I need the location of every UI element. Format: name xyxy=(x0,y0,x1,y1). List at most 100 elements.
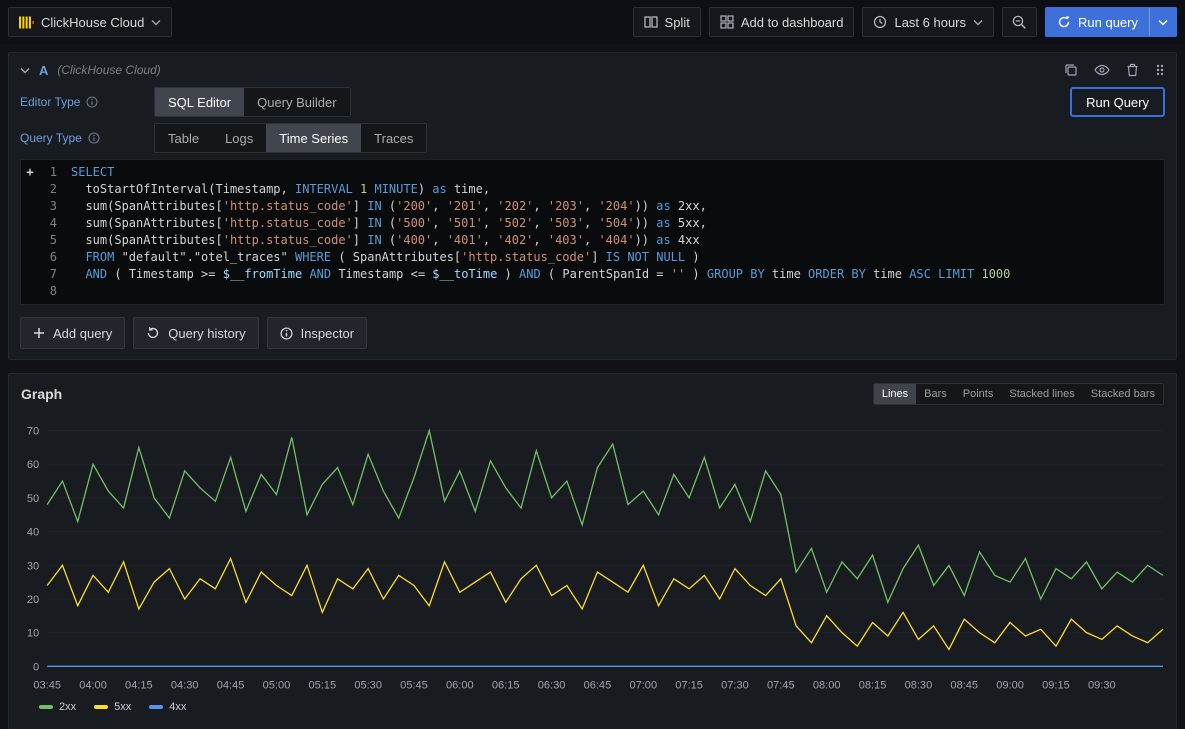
zoom-out-icon xyxy=(1012,15,1027,30)
svg-text:05:45: 05:45 xyxy=(400,679,428,691)
duplicate-query-icon[interactable] xyxy=(1064,63,1078,77)
inspector-button[interactable]: Inspector xyxy=(267,317,367,349)
zoom-out-button[interactable] xyxy=(1002,7,1037,37)
sql-line-7: 7 AND ( Timestamp >= $__fromTime AND Tim… xyxy=(21,266,1164,283)
collapse-chevron-icon[interactable] xyxy=(20,67,30,74)
sql-line-6: 6 FROM "default"."otel_traces" WHERE ( S… xyxy=(21,249,1164,266)
editor-type-row: Editor Type SQL Editor Query Builder Run… xyxy=(9,87,1176,117)
svg-text:04:15: 04:15 xyxy=(125,679,153,691)
time-range-picker[interactable]: Last 6 hours xyxy=(862,7,994,37)
svg-text:07:30: 07:30 xyxy=(721,679,749,691)
sql-line-5: 5 sum(SpanAttributes['http.status_code']… xyxy=(21,232,1164,249)
chart-area: 01020304050607003:4504:0004:1504:3004:45… xyxy=(9,407,1176,699)
line-number: 3 xyxy=(39,198,57,215)
time-range-label: Last 6 hours xyxy=(894,15,966,30)
legend-item-5xx[interactable]: 5xx xyxy=(94,701,131,713)
query-type-label-wrap: Query Type xyxy=(20,131,154,145)
timeseries-plot[interactable]: 01020304050607003:4504:0004:1504:3004:45… xyxy=(17,409,1168,699)
graph-mode-points[interactable]: Points xyxy=(955,384,1002,404)
query-type-label: Query Type xyxy=(20,131,82,145)
svg-text:30: 30 xyxy=(27,560,39,572)
sql-code: SELECT xyxy=(71,164,114,181)
svg-text:06:30: 06:30 xyxy=(538,679,566,691)
run-query-label: Run query xyxy=(1078,15,1138,30)
sql-line-2: 2 toStartOfInterval(Timestamp, INTERVAL … xyxy=(21,181,1164,198)
sql-code: FROM "default"."otel_traces" WHERE ( Spa… xyxy=(71,249,700,266)
delete-query-trash-icon[interactable] xyxy=(1126,63,1139,77)
add-to-dashboard-button[interactable]: Add to dashboard xyxy=(709,7,855,37)
svg-text:08:00: 08:00 xyxy=(813,679,841,691)
graph-panel: Graph Lines Bars Points Stacked lines St… xyxy=(8,373,1177,729)
line-number: 7 xyxy=(39,266,57,283)
svg-text:09:00: 09:00 xyxy=(996,679,1024,691)
hide-query-eye-icon[interactable] xyxy=(1094,64,1110,76)
legend-label-4xx: 4xx xyxy=(169,701,186,713)
svg-text:04:45: 04:45 xyxy=(217,679,245,691)
query-type-row: Query Type Table Logs Time Series Traces xyxy=(9,123,1176,153)
query-type-logs[interactable]: Logs xyxy=(212,124,266,152)
graph-mode-stacked-bars[interactable]: Stacked bars xyxy=(1083,384,1163,404)
query-datasource-hint: (ClickHouse Cloud) xyxy=(57,63,160,77)
sql-code-editor[interactable]: +1SELECT2 toStartOfInterval(Timestamp, I… xyxy=(20,159,1165,305)
sql-line-3: 3 sum(SpanAttributes['http.status_code']… xyxy=(21,198,1164,215)
info-icon[interactable] xyxy=(86,96,98,108)
sql-line-4: 4 sum(SpanAttributes['http.status_code']… xyxy=(21,215,1164,232)
legend-item-4xx[interactable]: 4xx xyxy=(149,701,186,713)
run-query-caret[interactable] xyxy=(1149,8,1176,36)
query-type-table[interactable]: Table xyxy=(155,124,212,152)
svg-text:03:45: 03:45 xyxy=(33,679,61,691)
run-query-button[interactable]: Run query xyxy=(1046,8,1149,36)
svg-text:08:30: 08:30 xyxy=(905,679,933,691)
query-type-time-series[interactable]: Time Series xyxy=(266,124,361,152)
info-icon xyxy=(280,327,293,340)
clickhouse-logo-icon xyxy=(19,15,34,30)
graph-panel-header: Graph Lines Bars Points Stacked lines St… xyxy=(9,374,1176,407)
sql-code: sum(SpanAttributes['http.status_code'] I… xyxy=(71,232,700,249)
line-number: 8 xyxy=(39,283,57,300)
series-line-5xx xyxy=(47,559,1163,650)
drag-handle-icon[interactable] xyxy=(1155,63,1165,77)
add-query-button[interactable]: Add query xyxy=(20,317,125,349)
svg-text:40: 40 xyxy=(27,527,39,539)
clock-icon xyxy=(873,15,887,29)
query-ref-id[interactable]: A xyxy=(39,63,48,78)
sql-code: sum(SpanAttributes['http.status_code'] I… xyxy=(71,215,707,232)
query-type-traces[interactable]: Traces xyxy=(361,124,426,152)
svg-text:50: 50 xyxy=(27,493,39,505)
graph-mode-stacked-lines[interactable]: Stacked lines xyxy=(1001,384,1082,404)
sql-line-1: +1SELECT xyxy=(21,164,1164,181)
chevron-down-icon xyxy=(151,19,161,26)
editor-type-toggle: SQL Editor Query Builder xyxy=(154,87,351,117)
svg-text:09:30: 09:30 xyxy=(1088,679,1116,691)
line-number: 6 xyxy=(39,249,57,266)
add-query-label: Add query xyxy=(53,326,112,341)
svg-text:06:00: 06:00 xyxy=(446,679,474,691)
svg-text:07:45: 07:45 xyxy=(767,679,795,691)
legend-item-2xx[interactable]: 2xx xyxy=(39,701,76,713)
svg-text:07:00: 07:00 xyxy=(629,679,657,691)
graph-mode-lines[interactable]: Lines xyxy=(874,384,916,404)
editor-type-sql-editor[interactable]: SQL Editor xyxy=(155,88,244,116)
query-history-label: Query history xyxy=(168,326,245,341)
svg-text:10: 10 xyxy=(27,628,39,640)
gutter-spacer xyxy=(21,266,39,283)
editor-type-query-builder[interactable]: Query Builder xyxy=(244,88,349,116)
add-line-icon[interactable]: + xyxy=(21,164,39,181)
query-footer: Add query Query history Inspector xyxy=(9,315,1176,359)
query-history-button[interactable]: Query history xyxy=(133,317,258,349)
info-icon[interactable] xyxy=(88,132,100,144)
graph-panel-title: Graph xyxy=(21,386,62,402)
datasource-picker[interactable]: ClickHouse Cloud xyxy=(8,7,172,37)
svg-text:08:15: 08:15 xyxy=(859,679,887,691)
split-button[interactable]: Split xyxy=(633,7,701,37)
dashboard-grid-icon xyxy=(720,15,734,29)
top-toolbar: ClickHouse Cloud Split Add to dashboard … xyxy=(0,0,1185,44)
add-to-dashboard-label: Add to dashboard xyxy=(741,15,844,30)
svg-text:06:45: 06:45 xyxy=(584,679,612,691)
graph-mode-bars[interactable]: Bars xyxy=(916,384,955,404)
panel-run-query-button[interactable]: Run Query xyxy=(1070,87,1165,117)
plus-icon xyxy=(33,327,45,339)
svg-text:04:30: 04:30 xyxy=(171,679,199,691)
inspector-label: Inspector xyxy=(301,326,354,341)
line-number: 5 xyxy=(39,232,57,249)
